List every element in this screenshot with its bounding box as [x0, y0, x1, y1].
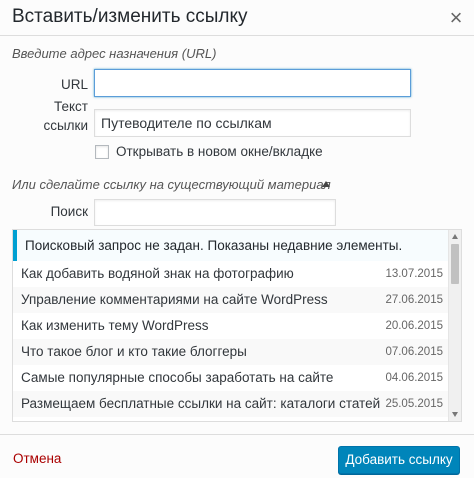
cancel-link[interactable]: Отмена: [13, 451, 61, 466]
results-notice: Поисковый запрос не задан. Показаны неда…: [13, 230, 449, 261]
result-date: 04.06.2015: [385, 372, 443, 384]
result-date: 27.06.2015: [385, 294, 443, 306]
close-icon[interactable]: ×: [438, 0, 474, 36]
link-text-input[interactable]: [94, 109, 411, 137]
search-label: Поиск: [50, 204, 88, 219]
result-title: Что такое блог и кто такие блоггеры: [21, 344, 247, 359]
result-item[interactable]: Как изменить тему WordPress 20.06.2015: [13, 313, 449, 339]
dialog-title: Вставить/изменить ссылку: [12, 6, 248, 27]
scroll-up-icon[interactable]: [452, 234, 458, 239]
dialog-titlebar: Вставить/изменить ссылку ×: [0, 0, 474, 36]
add-link-button[interactable]: Добавить ссылку: [338, 446, 460, 474]
result-title: Как добавить водяной знак на фотографию: [21, 266, 294, 281]
new-tab-label[interactable]: Открывать в новом окне/вкладке: [116, 144, 323, 159]
search-input[interactable]: [94, 199, 336, 226]
link-dialog: Вставить/изменить ссылку × Введите адрес…: [0, 0, 474, 478]
result-date: 25.05.2015: [385, 398, 443, 410]
scroll-down-icon[interactable]: [452, 412, 458, 417]
result-date: 13.07.2015: [385, 268, 443, 280]
result-item[interactable]: Самые популярные способы заработать на с…: [13, 365, 449, 391]
dialog-footer: Отмена Добавить ссылку: [0, 434, 474, 478]
result-title: Размещаем бесплатные ссылки на сайт: кат…: [21, 396, 381, 411]
results-list[interactable]: Поисковый запрос не задан. Показаны неда…: [12, 229, 462, 422]
existing-content-toggle[interactable]: Или сделайте ссылку на существующий мате…: [12, 177, 331, 192]
result-item[interactable]: Что такое блог и кто такие блоггеры 07.0…: [13, 339, 449, 365]
result-title: Управление комментариями на сайте WordPr…: [21, 292, 328, 307]
url-section-heading: Введите адрес назначения (URL): [12, 46, 217, 61]
scroll-thumb[interactable]: [451, 244, 459, 284]
result-title: Самые популярные способы заработать на с…: [21, 370, 334, 385]
result-date: 07.06.2015: [385, 346, 443, 358]
result-item[interactable]: Размещаем бесплатные ссылки на сайт: кат…: [13, 391, 449, 417]
result-item[interactable]: Как добавить водяной знак на фотографию …: [13, 261, 449, 287]
link-text-label-line1: Текст: [54, 99, 88, 114]
results-scrollbar[interactable]: [448, 230, 461, 421]
link-text-label-line2: ссылки: [43, 118, 88, 133]
url-label: URL: [60, 77, 88, 92]
url-input[interactable]: [94, 69, 411, 97]
new-tab-checkbox[interactable]: [95, 145, 109, 159]
result-title: Как изменить тему WordPress: [21, 318, 209, 333]
arrow-up-icon[interactable]: [322, 181, 330, 187]
result-item[interactable]: Управление комментариями на сайте WordPr…: [13, 287, 449, 313]
result-date: 20.06.2015: [385, 320, 443, 332]
